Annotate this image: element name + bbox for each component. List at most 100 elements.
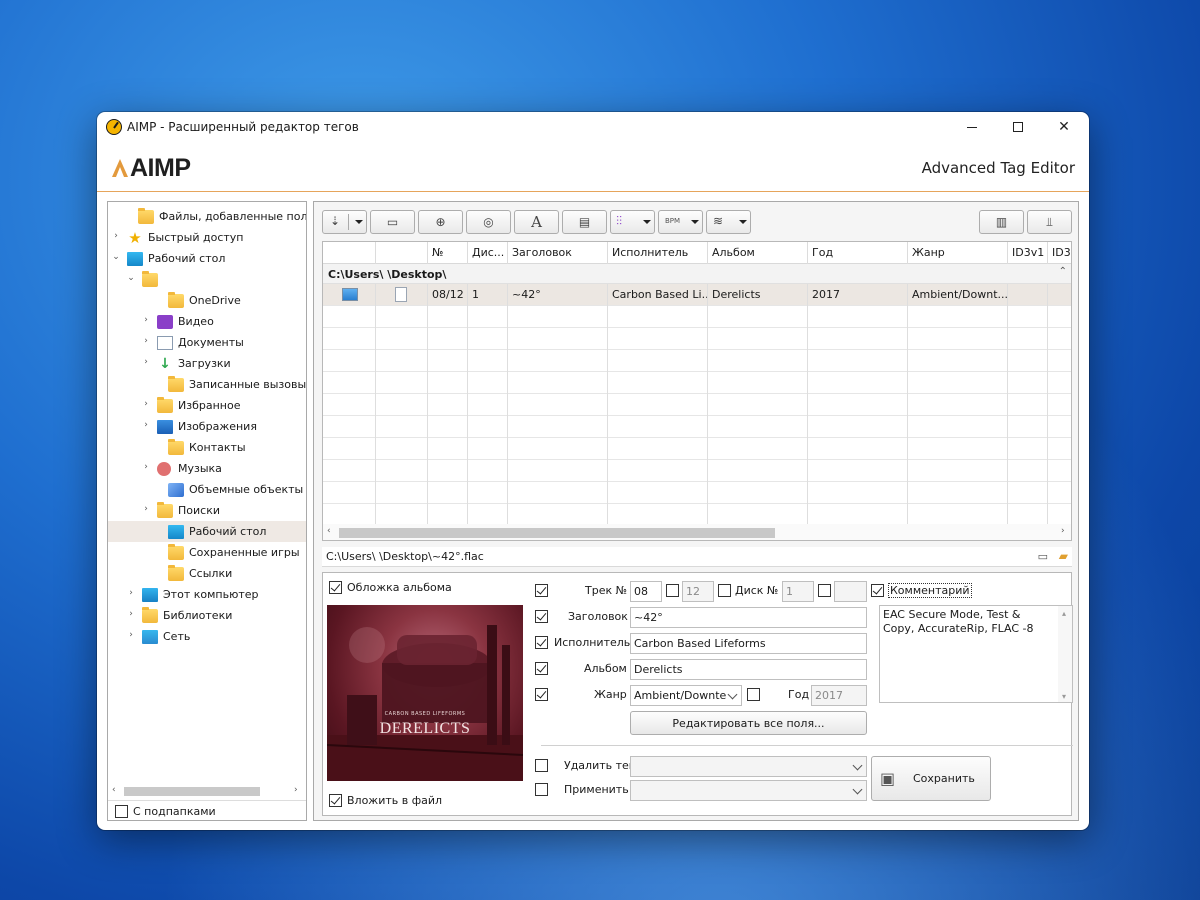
tree-item[interactable]: › Этот компьютер xyxy=(108,584,306,605)
scroll-right-icon[interactable]: › xyxy=(294,785,298,795)
subfolders-checkbox[interactable] xyxy=(115,805,128,818)
tree-item[interactable]: Объемные объекты xyxy=(108,479,306,500)
track-total-field[interactable]: 12 xyxy=(682,581,714,602)
disc-number-field[interactable]: 1 xyxy=(782,581,814,602)
tree-item[interactable]: › Поиски xyxy=(108,500,306,521)
tree-item[interactable]: Контакты xyxy=(108,437,306,458)
save-button[interactable]: ▣ Сохранить xyxy=(871,756,991,801)
tag-icon[interactable]: ▭ xyxy=(1038,550,1048,563)
column-header-tag[interactable] xyxy=(376,242,428,264)
tree-scroll-thumb[interactable] xyxy=(124,787,260,796)
column-header-id3v1[interactable]: ID3v1 xyxy=(1008,242,1048,264)
scroll-up-icon[interactable]: ▴ xyxy=(1062,607,1066,621)
grid-horizontal-scrollbar[interactable]: ‹ › xyxy=(323,524,1071,540)
tree-item[interactable]: › Видео xyxy=(108,311,306,332)
remove-tag-combo[interactable] xyxy=(630,756,867,777)
tree-item[interactable]: › Изображения xyxy=(108,416,306,437)
expand-chevron-icon[interactable]: › xyxy=(141,357,151,367)
embed-checkbox[interactable] xyxy=(329,794,342,807)
remove-tag-checkbox[interactable] xyxy=(535,759,548,772)
column-header-artist[interactable]: Исполнитель xyxy=(608,242,708,264)
track-number-field[interactable]: 08 xyxy=(630,581,662,602)
album-field[interactable]: Derelicts xyxy=(630,659,867,680)
collapse-chevron-icon[interactable]: ⌄ xyxy=(111,252,121,262)
column-header-track[interactable]: № xyxy=(428,242,468,264)
scroll-left-icon[interactable]: ‹ xyxy=(327,526,331,536)
online-lookup-button[interactable]: ◎ xyxy=(466,210,511,234)
text-case-button[interactable]: A xyxy=(514,210,559,234)
tree-item[interactable]: › Сеть xyxy=(108,626,306,647)
album-checkbox[interactable] xyxy=(535,662,548,675)
bpm-dropdown-button[interactable]: BPM xyxy=(658,210,703,234)
track-total-checkbox[interactable] xyxy=(666,584,679,597)
year-field[interactable]: 2017 xyxy=(811,685,867,706)
scroll-down-icon[interactable]: ▾ xyxy=(1062,690,1066,704)
tree-item[interactable]: Ссылки xyxy=(108,563,306,584)
columns-button[interactable]: ▥ xyxy=(979,210,1024,234)
apply-to-combo[interactable] xyxy=(630,780,867,801)
tree-item[interactable]: › ↓ Загрузки xyxy=(108,353,306,374)
title-field[interactable]: ~42° xyxy=(630,607,867,628)
expand-chevron-icon[interactable]: › xyxy=(111,231,121,241)
disc-checkbox[interactable] xyxy=(718,584,731,597)
apply-to-checkbox[interactable] xyxy=(535,783,548,796)
comment-scrollbar[interactable]: ▴ ▾ xyxy=(1058,606,1072,702)
maximize-button[interactable] xyxy=(995,112,1041,142)
open-folder-icon[interactable]: ▰ xyxy=(1059,549,1068,563)
year-checkbox[interactable] xyxy=(747,688,760,701)
scripts-dropdown-button[interactable]: ≋ xyxy=(706,210,751,234)
expand-chevron-icon[interactable]: › xyxy=(141,420,151,430)
sort-dropdown-button[interactable]: ⇣ xyxy=(322,210,367,234)
tree-item[interactable]: ⌄ xyxy=(108,269,306,290)
title-checkbox[interactable] xyxy=(535,610,548,623)
column-header-genre[interactable]: Жанр xyxy=(908,242,1008,264)
settings-button[interactable]: ⫫ xyxy=(1027,210,1072,234)
tree-horizontal-scrollbar[interactable]: ‹ › xyxy=(108,784,306,798)
close-button[interactable]: ✕ xyxy=(1041,112,1087,142)
column-header-disc[interactable]: Дис... xyxy=(468,242,508,264)
expand-chevron-icon[interactable]: › xyxy=(141,462,151,472)
replaygain-dropdown-button[interactable]: ⫶⫶ xyxy=(610,210,655,234)
grid-scroll-thumb[interactable] xyxy=(339,528,775,538)
tree-item[interactable]: Рабочий стол xyxy=(108,521,306,542)
expand-chevron-icon[interactable]: › xyxy=(126,630,136,640)
expand-chevron-icon[interactable]: › xyxy=(141,336,151,346)
scroll-right-icon[interactable]: › xyxy=(1061,526,1065,536)
tree-item[interactable]: ⌄ Рабочий стол xyxy=(108,248,306,269)
lyrics-button[interactable]: ▤ xyxy=(562,210,607,234)
genre-checkbox[interactable] xyxy=(535,688,548,701)
tree-item[interactable]: › Избранное xyxy=(108,395,306,416)
expand-chevron-icon[interactable]: › xyxy=(141,399,151,409)
scroll-left-icon[interactable]: ‹ xyxy=(112,785,116,795)
expand-chevron-icon[interactable]: › xyxy=(141,315,151,325)
tree-item[interactable]: › Музыка xyxy=(108,458,306,479)
tree-item[interactable]: Файлы, добавленные пользователем xyxy=(108,206,306,227)
tree-item[interactable]: Записанные вызовы xyxy=(108,374,306,395)
tag-copy-button[interactable]: ▭ xyxy=(370,210,415,234)
column-header-cover[interactable] xyxy=(323,242,376,264)
collapse-chevron-icon[interactable]: ⌄ xyxy=(126,273,136,283)
comment-textarea[interactable]: EAC Secure Mode, Test & Copy, AccurateRi… xyxy=(879,605,1073,703)
column-header-album[interactable]: Альбом xyxy=(708,242,808,264)
tree-item[interactable]: › Библиотеки xyxy=(108,605,306,626)
track-row[interactable]: 08/12 1 ~42° Carbon Based Li... Derelicts 201… xyxy=(323,284,1071,306)
folder-group-row[interactable]: C:\Users\ \Desktop\ ⌃ xyxy=(323,264,1071,284)
disc-total-checkbox[interactable] xyxy=(818,584,831,597)
album-cover-image[interactable]: CARBON BASED LIFEFORMS DERELICTS xyxy=(327,605,523,781)
track-checkbox[interactable] xyxy=(535,584,548,597)
disc-total-field[interactable] xyxy=(834,581,867,602)
artist-checkbox[interactable] xyxy=(535,636,548,649)
expand-chevron-icon[interactable]: › xyxy=(141,504,151,514)
genre-combo[interactable]: Ambient/Downte xyxy=(630,685,742,706)
column-header-year[interactable]: Год xyxy=(808,242,908,264)
tree-item[interactable]: › Документы xyxy=(108,332,306,353)
column-header-title[interactable]: Заголовок xyxy=(508,242,608,264)
expand-chevron-icon[interactable]: › xyxy=(126,588,136,598)
comment-checkbox[interactable] xyxy=(871,584,884,597)
column-header-id3[interactable]: ID3 xyxy=(1048,242,1071,264)
tree-item[interactable]: OneDrive xyxy=(108,290,306,311)
artist-field[interactable]: Carbon Based Lifeforms xyxy=(630,633,867,654)
cover-checkbox[interactable] xyxy=(329,581,342,594)
minimize-button[interactable] xyxy=(949,112,995,142)
edit-all-fields-button[interactable]: Редактировать все поля... xyxy=(630,711,867,735)
